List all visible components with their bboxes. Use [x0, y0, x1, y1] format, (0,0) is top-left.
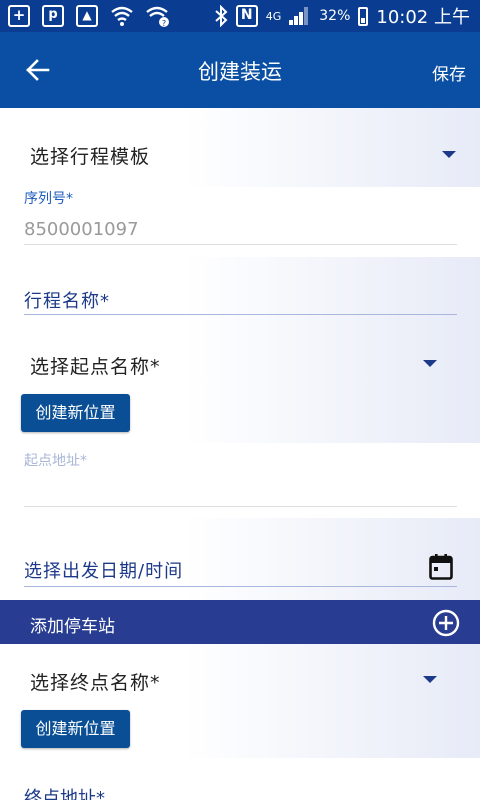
wifi-icon [111, 6, 133, 26]
app-toolbar: 创建装运 保存 [0, 32, 480, 108]
serial-field: 序列号* 8500001097 [0, 187, 480, 257]
chevron-down-icon[interactable] [423, 676, 437, 683]
start-name-label[interactable]: 选择起点名称* [30, 352, 161, 379]
create-end-location-button[interactable]: 创建新位置 [21, 710, 130, 748]
plus-box-icon: + [8, 5, 30, 27]
add-stop-label: 添加停车站 [30, 617, 115, 637]
battery-icon [358, 6, 369, 26]
departure-datetime-field[interactable]: 选择出发日期/时间 [0, 518, 480, 600]
serial-label: 序列号* [24, 191, 73, 207]
page-title: 创建装运 [198, 60, 282, 84]
add-stop-bar[interactable]: 添加停车站 [0, 600, 480, 644]
nfc-icon: N [235, 5, 258, 27]
battery-percent: 32% [319, 8, 351, 24]
add-circle-icon[interactable] [432, 609, 460, 637]
image-icon: ▲ [76, 5, 98, 27]
trip-name-field[interactable]: 行程名称* [0, 257, 480, 322]
status-bar: + p ▲ ? N 4G 32% 10:02 上午 [0, 0, 480, 32]
chevron-down-icon [442, 151, 456, 158]
trip-name-underline [24, 314, 457, 315]
trip-name-label: 行程名称* [24, 291, 110, 312]
departure-label: 选择出发日期/时间 [24, 561, 184, 582]
start-address-underline [24, 506, 457, 507]
serial-value: 8500001097 [24, 219, 139, 240]
status-right-icons: N 4G 32% 10:02 上午 [214, 4, 470, 28]
save-button[interactable]: 保存 [432, 60, 466, 85]
start-location-section: 选择起点名称* 创建新位置 [0, 322, 480, 443]
svg-text:?: ? [162, 19, 166, 27]
message-icon: p [42, 5, 64, 27]
chevron-down-icon[interactable] [423, 360, 437, 367]
end-location-section: 选择终点名称* 创建新位置 [0, 644, 480, 758]
end-name-label[interactable]: 选择终点名称* [30, 668, 161, 695]
serial-underline [24, 244, 457, 245]
end-address-label: 终点地址* [24, 788, 105, 800]
trip-template-label: 选择行程模板 [30, 146, 151, 168]
status-left-icons: + p ▲ ? [8, 5, 170, 27]
signal-icon [289, 7, 311, 25]
departure-underline [24, 586, 457, 587]
network-4g-icon: 4G [265, 9, 282, 23]
start-address-label: 起点地址* [24, 453, 87, 469]
start-address-field[interactable]: 起点地址* [0, 443, 480, 518]
bluetooth-icon [215, 5, 228, 27]
status-time: 10:02 上午 [376, 7, 470, 28]
trip-template-dropdown[interactable]: 选择行程模板 [0, 108, 480, 187]
calendar-icon[interactable] [429, 553, 453, 580]
create-start-location-button[interactable]: 创建新位置 [21, 394, 130, 432]
wifi-question-icon: ? [146, 6, 169, 27]
